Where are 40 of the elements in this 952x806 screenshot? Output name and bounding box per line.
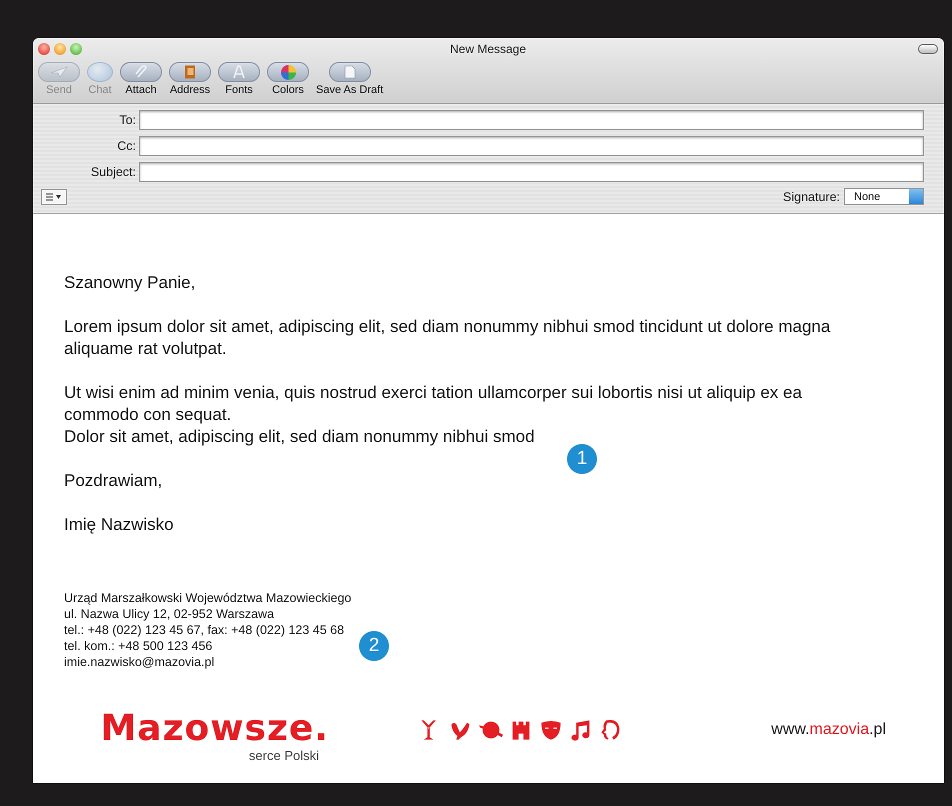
message-text: Ut wisi enim ad minim venia, quis nostrud exerci tation ullamcorper sui lobortis nisi ut aliquip ex ea commodo con sequat. [64,382,803,426]
color-wheel-icon [280,64,296,80]
letter-icon [232,65,246,79]
message-text: Lorem ipsum dolor sit amet, adipiscing elit, sed diam nonummy nibhui smod tincidunt ut dolore magna aliquame rat volutpat. [64,316,832,360]
logo-text: Mazowsze. [100,710,329,748]
contact-text: Urząd Marszałkowski Województwa Mazowieckiego [64,590,352,606]
zoom-button[interactable] [70,43,82,55]
mask-icon [539,718,563,742]
minimize-button[interactable] [54,43,66,55]
message-text: Dolor sit amet, adipiscing elit, sed diam nonummy nibhui smod [64,426,536,448]
address-book-icon [184,65,196,79]
paperclip-icon [134,65,148,79]
speech-bubble-icon [87,62,113,82]
message-text: Imię Nazwisko [64,514,175,536]
signature-label: Signature: [783,190,840,204]
input-field[interactable] [139,136,924,156]
message-text: Pozdrawiam, [64,470,164,492]
message-text: Szanowny Panie, [64,272,196,294]
window-title: New Message [450,42,526,56]
input-field[interactable] [139,162,924,182]
field-label: To: [118,113,136,127]
contact-text: imie.nazwisko@mazovia.pl [64,654,214,670]
website-text: www.mazovia.pl [771,721,886,739]
list-caret-icon [46,192,62,200]
field-label: Cc: [116,139,136,153]
format-menu-button[interactable] [41,188,67,204]
close-button[interactable] [38,43,50,55]
paper-plane-icon [50,66,68,78]
document-icon [344,65,356,79]
toolbar-button[interactable]: Save As Draft [316,62,384,96]
toolbar-toggle-button[interactable] [918,44,938,54]
contact-text: tel. kom.: +48 500 123 456 [64,638,212,654]
signature-select[interactable]: None [844,188,924,205]
contact-text: ul. Nazwa Ulicy 12, 02-952 Warszawa [64,606,274,622]
callout-marker: 2 [359,631,389,661]
input-field[interactable] [139,110,924,130]
contact-text: tel.: +48 (022) 123 45 67, fax: +48 (022) 123 45 68 [64,622,344,638]
field-label: Subject: [90,165,136,179]
callout-marker: 1 [567,444,597,474]
logo-tagline: serce Polski [248,748,319,763]
